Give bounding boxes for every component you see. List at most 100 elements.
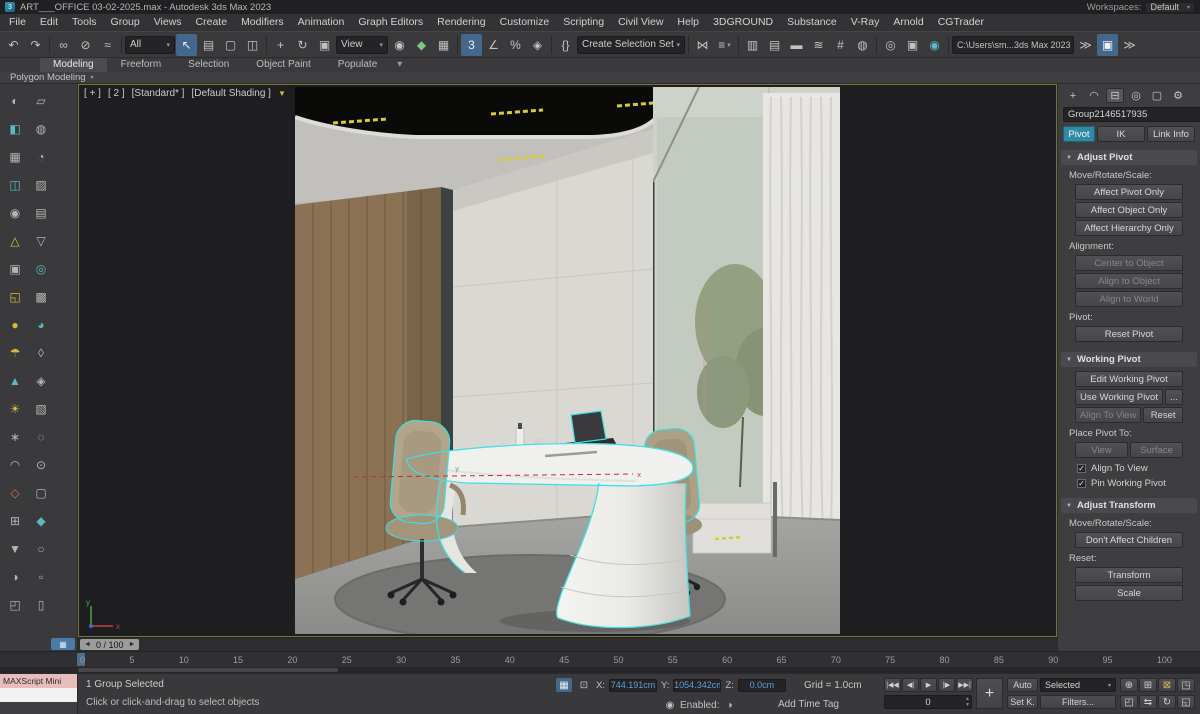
select-by-name-icon[interactable]: ▤ [198, 34, 219, 56]
snaps-toggle-icon[interactable]: 3 [461, 33, 482, 56]
ribbon-config-icon[interactable]: ▾ [391, 58, 408, 72]
previous-frame-arrow-icon[interactable]: ◄ [84, 641, 91, 648]
mirror-icon[interactable]: ⋈ [692, 34, 713, 56]
rollout-header[interactable]: ▼ Adjust Pivot [1061, 150, 1197, 165]
left-tool-icon[interactable]: ▫ [30, 566, 52, 588]
left-tool-icon[interactable]: ◌ [30, 426, 52, 448]
degradation-toggle-icon[interactable]: ◑ [723, 698, 735, 712]
alignment-button[interactable]: Align to Object [1075, 273, 1183, 289]
left-tool-icon[interactable]: ▢ [30, 482, 52, 504]
place-pivot-view-button[interactable]: View [1075, 442, 1128, 458]
set-key-mode-button[interactable]: Set K. [1007, 695, 1038, 709]
left-tool-icon[interactable]: ☂ [4, 342, 26, 364]
zoom-extents-icon[interactable]: ⊠ [1158, 678, 1176, 692]
time-slider[interactable]: ◄ 0 / 100 ► [78, 637, 1057, 651]
ribbon-toggle-icon[interactable]: ▬ [786, 34, 807, 56]
left-tool-icon[interactable]: ◱ [4, 286, 26, 308]
object-name-field[interactable] [1063, 107, 1200, 122]
left-tool-icon[interactable]: ◇ [4, 482, 26, 504]
ribbon-tab-freeform[interactable]: Freeform [108, 58, 175, 72]
render-production-icon[interactable]: ◉ [924, 34, 945, 56]
menu-item[interactable]: Scripting [556, 14, 611, 31]
rollout-header[interactable]: ▼ Working Pivot [1061, 352, 1197, 367]
left-tool-icon[interactable]: ◕ [30, 314, 52, 336]
viewport-filter-icon[interactable]: ▼ [278, 89, 286, 98]
unlink-selection-icon[interactable]: ⊘ [75, 34, 96, 56]
affect-button[interactable]: Affect Pivot Only [1075, 184, 1183, 200]
menu-item[interactable]: Arnold [886, 14, 930, 31]
zoom-icon[interactable]: ⊕ [1120, 678, 1138, 692]
left-tool-icon[interactable]: ⊙ [30, 454, 52, 476]
pivot-mode-button[interactable]: Pivot [1063, 126, 1095, 142]
window-crossing-icon[interactable]: ◫ [242, 34, 263, 56]
zoom-region-icon[interactable]: ◰ [1120, 695, 1138, 709]
left-tool-icon[interactable]: ▤ [30, 202, 52, 224]
render-setup-icon[interactable]: ◎ [880, 34, 901, 56]
ribbon-tab-populate[interactable]: Populate [325, 58, 390, 72]
mini-curve-editor-button[interactable]: ▦ [51, 638, 75, 650]
selection-filter-dropdown[interactable]: All ▾ [125, 35, 175, 54]
affect-button[interactable]: Affect Object Only [1075, 202, 1183, 218]
menu-item[interactable]: 3DGROUND [706, 14, 780, 31]
left-tool-icon[interactable]: ⊞ [4, 510, 26, 532]
workspace-dropdown[interactable]: Default ▾ [1145, 1, 1195, 13]
select-and-manipulate-icon[interactable]: ◆ [411, 34, 432, 56]
toolbar-overflow-icon[interactable]: ≫ [1119, 34, 1140, 56]
left-tool-icon[interactable]: ◊ [30, 342, 52, 364]
menu-item[interactable]: Help [670, 14, 706, 31]
left-tool-icon[interactable]: ● [4, 314, 26, 336]
named-selection-combo[interactable]: Create Selection Set ▾ [577, 35, 685, 54]
pin-working-pivot-checkbox[interactable]: ✓ Pin Working Pivot [1063, 475, 1195, 490]
viewport-menu-general[interactable]: [ + ] [84, 88, 101, 99]
ik-mode-button[interactable]: IK [1096, 126, 1145, 142]
select-and-move-icon[interactable]: + [270, 34, 291, 56]
go-to-start-button[interactable]: |◀◀ [884, 678, 901, 692]
selection-lock-icon[interactable]: ⊡ [576, 678, 592, 692]
utilities-tab-icon[interactable]: ⚙ [1169, 88, 1187, 103]
left-tool-icon[interactable]: ▯ [30, 594, 52, 616]
go-to-end-button[interactable]: ▶▶| [956, 678, 973, 692]
time-slider-handle[interactable]: ◄ 0 / 100 ► [80, 639, 140, 650]
left-tool-icon[interactable]: ◎ [30, 258, 52, 280]
align-icon[interactable]: ≡ ▾ [714, 34, 735, 56]
reset-scale-button[interactable]: Scale [1075, 585, 1183, 601]
selection-region-icon[interactable]: ▢ [220, 34, 241, 56]
ribbon-tab-modeling[interactable]: Modeling [40, 58, 107, 72]
edit-named-selections-icon[interactable]: {} [555, 34, 576, 56]
z-coordinate-field[interactable]: 0.0cm [737, 678, 786, 692]
place-pivot-surface-button[interactable]: Surface [1130, 442, 1183, 458]
keyboard-override-icon[interactable]: ▦ [433, 34, 454, 56]
viewport-menu-shading[interactable]: [Default Shading ] [191, 88, 271, 99]
left-tool-icon[interactable]: ◔ [30, 146, 52, 168]
bind-to-space-warp-icon[interactable]: ≈ [97, 34, 118, 56]
left-tool-icon[interactable]: ▽ [30, 230, 52, 252]
key-filters-button[interactable]: Filters... [1040, 695, 1116, 709]
viewport-canvas[interactable]: y x [295, 87, 840, 634]
play-button[interactable]: ▶ [920, 678, 937, 692]
working-pivot-more-button[interactable]: ... [1165, 389, 1183, 405]
x-coordinate-field[interactable]: 744.191cm [608, 678, 657, 692]
select-and-link-icon[interactable]: ∞ [53, 34, 74, 56]
progressive-display-icon[interactable]: ◉ [664, 698, 676, 712]
left-tool-icon[interactable]: ▲ [4, 370, 26, 392]
viewport-menu-renderer[interactable]: [Standard* ] [132, 88, 185, 99]
pan-icon[interactable]: ⇆ [1139, 695, 1157, 709]
set-keys-button[interactable]: + [976, 678, 1003, 709]
spinner-snap-icon[interactable]: ◈ [527, 34, 548, 56]
curve-editor-icon[interactable]: ≋ [808, 34, 829, 56]
align-to-view-checkbox[interactable]: ✓ Align To View [1063, 460, 1195, 475]
menu-item[interactable]: Edit [33, 14, 65, 31]
next-frame-arrow-icon[interactable]: ► [128, 641, 135, 648]
left-tool-icon[interactable]: ○ [30, 538, 52, 560]
left-tool-icon[interactable]: ◰ [4, 594, 26, 616]
left-tool-icon[interactable]: ▦ [4, 146, 26, 168]
reset-working-pivot-button[interactable]: Reset [1143, 407, 1183, 423]
left-tool-icon[interactable]: ◫ [4, 174, 26, 196]
current-frame-field[interactable]: 0 ▲ ▼ [884, 695, 972, 709]
key-selection-set-dropdown[interactable]: Selected ▾ [1040, 678, 1116, 692]
left-tool-icon[interactable]: ▨ [30, 174, 52, 196]
workspace-tool-icon[interactable]: ▣ [1097, 33, 1118, 56]
menu-item[interactable]: Customize [493, 14, 557, 31]
create-tab-icon[interactable]: + [1064, 88, 1082, 103]
project-folder-field[interactable]: C:\Users\sm...3ds Max 2023 [952, 35, 1074, 54]
